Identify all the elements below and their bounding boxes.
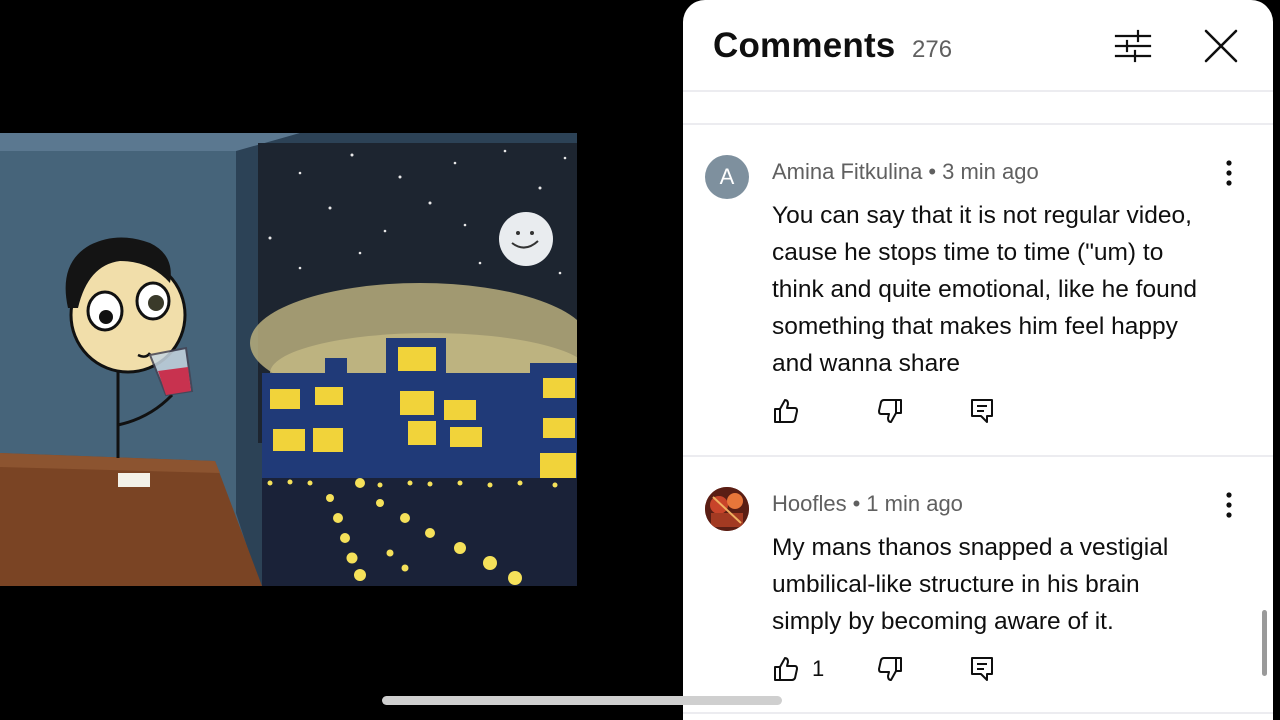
comment-more-button[interactable] xyxy=(1219,491,1239,519)
comment-text-line: You can say that it is not regular video… xyxy=(772,202,1192,229)
comment-time[interactable]: 1 min ago xyxy=(866,491,963,516)
comment-actions: 1 xyxy=(772,654,1252,684)
avatar-letter: A xyxy=(719,164,735,189)
sliders-icon xyxy=(1114,29,1152,63)
like-count: 1 xyxy=(812,656,825,681)
comment-text: My mans thanos snapped a vestigial umbil… xyxy=(772,529,1242,640)
video-player[interactable] xyxy=(0,133,577,586)
like-button[interactable] xyxy=(772,396,812,426)
like-button[interactable]: 1 xyxy=(772,654,824,684)
comments-count: 276 xyxy=(912,36,953,63)
reply-comment-icon xyxy=(971,399,993,423)
thumbs-up-icon xyxy=(774,399,798,423)
more-vertical-icon xyxy=(1226,492,1232,518)
comment-text: You can say that it is not regular video… xyxy=(772,197,1242,382)
avatar[interactable] xyxy=(705,487,749,531)
thumbs-up-icon xyxy=(774,657,798,681)
comment-actions xyxy=(772,396,1252,426)
dislike-button[interactable] xyxy=(876,396,904,426)
thumbs-down-icon xyxy=(878,399,902,423)
comment-text-line: think and quite emotional, like he found xyxy=(772,276,1197,303)
comment-text-line: something that makes him feel happy xyxy=(772,313,1178,340)
comment-author[interactable]: Amina Fitkulina xyxy=(772,159,922,184)
meta-separator: • xyxy=(852,491,861,516)
avatar-image xyxy=(705,487,749,531)
dislike-button[interactable] xyxy=(876,654,904,684)
comment-divider xyxy=(683,455,1273,457)
thumbs-down-icon xyxy=(878,657,902,681)
comment-meta: Hoofles • 1 min ago xyxy=(772,491,963,517)
reply-button[interactable] xyxy=(969,654,995,684)
comment-text-line: and wanna share xyxy=(772,350,960,377)
comments-scrollbar[interactable] xyxy=(1262,610,1267,676)
reply-button[interactable] xyxy=(969,396,995,426)
video-frame-illustration xyxy=(0,133,577,586)
comment-time[interactable]: 3 min ago xyxy=(942,159,1039,184)
meta-separator: • xyxy=(928,159,937,184)
comment-author[interactable]: Hoofles xyxy=(772,491,847,516)
comments-title: Comments xyxy=(713,26,896,65)
avatar[interactable]: A xyxy=(705,155,749,199)
comment-text-line: My mans thanos snapped a vestigial xyxy=(772,534,1169,561)
comments-header: Comments 276 xyxy=(683,0,1273,92)
comment-item: A Amina Fitkulina • 3 min ago You can say … xyxy=(683,155,1273,455)
comments-panel: Comments 276 A Amina Fitkulina • 3 min a… xyxy=(683,0,1273,720)
comment-more-button[interactable] xyxy=(1219,159,1239,187)
comment-meta: Amina Fitkulina • 3 min ago xyxy=(772,159,1039,185)
comment-item: Hoofles • 1 min ago My mans thanos snapped… xyxy=(683,487,1273,717)
header-divider xyxy=(683,90,1273,92)
more-vertical-icon xyxy=(1226,160,1232,186)
reply-comment-icon xyxy=(971,657,993,681)
comment-divider xyxy=(683,712,1273,714)
sort-filter-button[interactable] xyxy=(1113,28,1153,64)
close-icon xyxy=(1204,29,1238,63)
comment-text-line: simply by becoming aware of it. xyxy=(772,608,1114,635)
home-indicator[interactable] xyxy=(382,696,782,705)
comment-divider xyxy=(683,123,1273,125)
comment-text-line: umbilical-like structure in his brain xyxy=(772,571,1140,598)
comment-text-line: cause he stops time to time ("um) to xyxy=(772,239,1164,266)
close-button[interactable] xyxy=(1201,26,1241,66)
